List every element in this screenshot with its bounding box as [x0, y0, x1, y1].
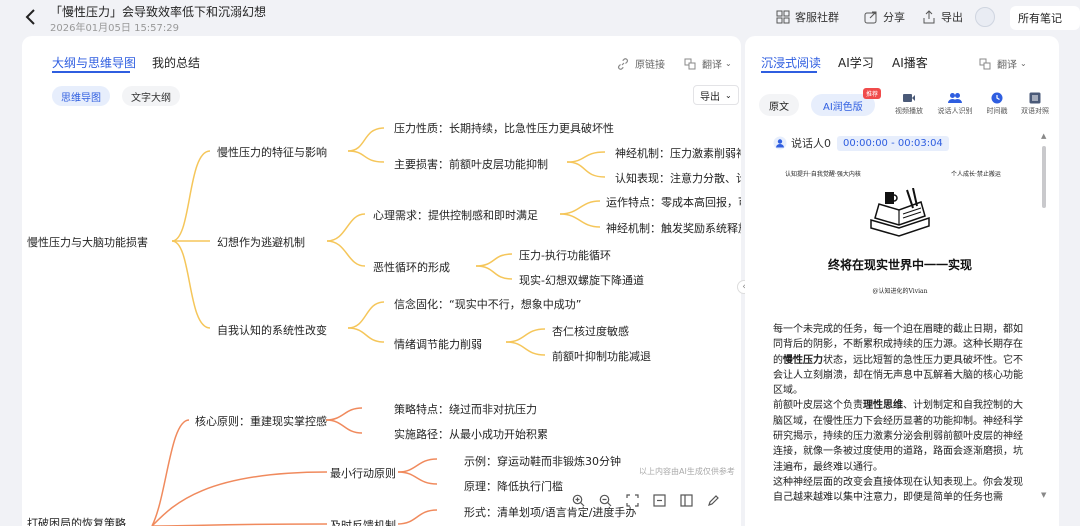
- mindmap-leaf[interactable]: 现实-幻想双螺旋下降通道: [519, 272, 644, 288]
- grid-icon: [776, 10, 790, 24]
- highlight-term: 理性思维: [863, 400, 903, 412]
- scroll-up-arrow-icon[interactable]: ▲: [1041, 132, 1046, 140]
- video-icon: [903, 94, 915, 102]
- highlight-term: 慢性压力: [783, 354, 823, 366]
- share-label: 分享: [883, 11, 905, 24]
- scroll-down-arrow-icon[interactable]: ▼: [1041, 491, 1046, 499]
- all-notes-dropdown[interactable]: 所有笔记: [1010, 6, 1080, 30]
- share-button[interactable]: 分享: [864, 9, 905, 25]
- cover-title: 终将在现实世界中一一实现: [827, 258, 972, 272]
- zoom-out-icon[interactable]: [599, 494, 612, 507]
- mindmap-node[interactable]: 最小行动原则: [330, 465, 396, 481]
- expand-icon[interactable]: [653, 493, 666, 507]
- speaker-identify-label: 说话人识别: [937, 107, 973, 115]
- mindmap-leaf[interactable]: 神经机制：压力激素削弱神: [615, 145, 741, 161]
- mindmap-zoom-toolbar: [572, 488, 720, 512]
- mindmap-leaf[interactable]: 心理需求：提供控制感和即时满足: [373, 207, 538, 223]
- mindmap-node[interactable]: 及时反馈机制: [330, 517, 396, 526]
- video-play-button[interactable]: 视频播放: [887, 92, 931, 116]
- mindmap-root-node[interactable]: 慢性压力与大脑功能损害: [27, 234, 148, 250]
- mindmap-panel: 大纲与思维导图 我的总结 原链接 翻译 ⌄ 思维导图 文字大纲 导出 ⌄ 慢性压…: [22, 36, 741, 526]
- mindmap-leaf[interactable]: 示例：穿运动鞋而非锻炼30分钟: [464, 453, 621, 469]
- paragraph-text: 前额叶皮层这个负责: [773, 400, 863, 412]
- person-icon: [773, 136, 787, 150]
- mindmap-leaf[interactable]: 压力性质：长期持续，比急性压力更具破坏性: [394, 120, 614, 136]
- translate-icon: [979, 58, 991, 69]
- time-range-chip[interactable]: 00:00:00 - 00:03:04: [837, 135, 949, 151]
- export-button[interactable]: 导出: [922, 9, 963, 25]
- speaker-identify-button[interactable]: 说话人识别: [933, 92, 977, 116]
- bilingual-button[interactable]: 双语对照: [1013, 92, 1057, 116]
- avatar[interactable]: [975, 7, 995, 27]
- mindmap-leaf[interactable]: 杏仁核过度敏感: [552, 323, 629, 339]
- collapse-panel-icon[interactable]: [680, 493, 693, 507]
- tab-immersive-reading[interactable]: 沉浸式阅读: [761, 54, 821, 71]
- mindmap-leaf[interactable]: 压力-执行功能循环: [519, 247, 611, 263]
- recommend-badge: 推荐: [863, 88, 882, 99]
- reader-translate-dropdown[interactable]: 翻译 ⌄: [979, 56, 1027, 71]
- all-notes-label: 所有笔记: [1018, 12, 1062, 25]
- tab-ai-learning[interactable]: AI学习: [838, 54, 874, 71]
- note-title: 「慢性压力」会导致效率低下和沉溺幻想: [50, 5, 267, 19]
- mindmap-node[interactable]: 打破困局的恢复策略: [27, 515, 126, 526]
- cover-author: @认知进化的Vivian: [872, 288, 928, 295]
- chevron-down-icon: ⌄: [1020, 59, 1027, 68]
- mindmap-node[interactable]: 自我认知的系统性改变: [217, 322, 327, 338]
- original-text-button[interactable]: 原文: [759, 94, 799, 116]
- mindmap-leaf[interactable]: 信念固化：“现实中不行，想象中成功”: [394, 296, 581, 312]
- ai-generated-hint: 以上内容由AI生成仅供参考: [639, 467, 735, 476]
- mindmap-leaf[interactable]: 策略特点：绕过而非对抗压力: [394, 401, 537, 417]
- cover-right-caption: 个人成长·禁止搬运: [951, 171, 1001, 178]
- note-date: 2026年01月05日 15:57:29: [50, 23, 179, 34]
- mindmap-leaf[interactable]: 认知表现：注意力分散、计: [615, 170, 741, 186]
- mindmap-leaf[interactable]: 实施路径：从最小成功开始积累: [394, 426, 548, 442]
- export-label: 导出: [941, 11, 963, 24]
- reader-panel: 沉浸式阅读 AI学习 AI播客 翻译 ⌄ 原文 AI润色版 推荐 视频播放 说话…: [745, 36, 1059, 526]
- export-icon: [923, 10, 935, 24]
- fit-screen-icon[interactable]: [626, 493, 639, 507]
- video-play-label: 视频播放: [895, 107, 923, 115]
- timestamp-label: 时间戳: [986, 107, 1008, 115]
- top-bar: 「慢性压力」会导致效率低下和沉溺幻想 2026年01月05日 15:57:29 …: [0, 0, 1080, 36]
- service-group-button[interactable]: 客服社群: [776, 9, 839, 25]
- share-icon: [864, 11, 877, 24]
- mindmap-leaf[interactable]: 前额叶抑制功能减退: [552, 348, 651, 364]
- scrollbar-thumb[interactable]: [1042, 146, 1046, 208]
- zoom-in-icon[interactable]: [572, 494, 585, 507]
- people-icon: [948, 93, 962, 103]
- article-paragraph: 每一个未完成的任务，每一个迫在眉睫的截止日期，都如同背后的阴影，不断累积成持续的…: [773, 322, 1031, 398]
- bilingual-label: 双语对照: [1021, 107, 1049, 115]
- active-tab-indicator: [761, 71, 817, 73]
- mindmap-node[interactable]: 幻想作为逃避机制: [217, 234, 305, 250]
- mindmap-node[interactable]: 核心原则：重建现实掌控感: [195, 413, 327, 429]
- reader-translate-label: 翻译: [997, 60, 1017, 71]
- reading-illustration-icon: [870, 188, 930, 237]
- mindmap-leaf[interactable]: 主要损害：前额叶皮层功能抑制: [394, 156, 548, 172]
- mindmap-leaf[interactable]: 运作特点：零成本高回报，可: [606, 194, 741, 210]
- speaker-row: 说话人0 00:00:00 - 00:03:04: [773, 135, 949, 151]
- mindmap-leaf[interactable]: 情绪调节能力削弱: [394, 336, 482, 352]
- clock-icon: [991, 92, 1003, 104]
- article-body: 每一个未完成的任务，每一个迫在眉睫的截止日期，都如同背后的阴影，不断累积成持续的…: [773, 322, 1031, 506]
- mindmap-leaf[interactable]: 原理：降低执行门槛: [464, 478, 563, 494]
- bilingual-icon: [1029, 92, 1041, 104]
- speaker-name: 说话人0: [791, 137, 831, 150]
- article-paragraph: 这种神经层面的改变会直接体现在认知表现上。你会发现自己越来越难以集中注意力，即便…: [773, 476, 1023, 504]
- edit-pen-icon[interactable]: [707, 494, 720, 507]
- cover-left-caption: 认知提升·自我觉醒·强大内核: [785, 171, 861, 178]
- mindmap-leaf[interactable]: 恶性循环的形成: [373, 259, 450, 275]
- back-arrow-icon[interactable]: [22, 8, 40, 26]
- tab-ai-podcast[interactable]: AI播客: [892, 54, 928, 71]
- mindmap-leaf[interactable]: 神经机制：触发奖励系统释放: [606, 220, 741, 236]
- service-group-label: 客服社群: [795, 11, 839, 24]
- article-paragraph: 前额叶皮层这个负责理性思维、计划制定和自我控制的大脑区域，在慢性压力下会经历显著…: [773, 398, 1031, 474]
- mindmap-node[interactable]: 慢性压力的特征与影响: [217, 144, 327, 160]
